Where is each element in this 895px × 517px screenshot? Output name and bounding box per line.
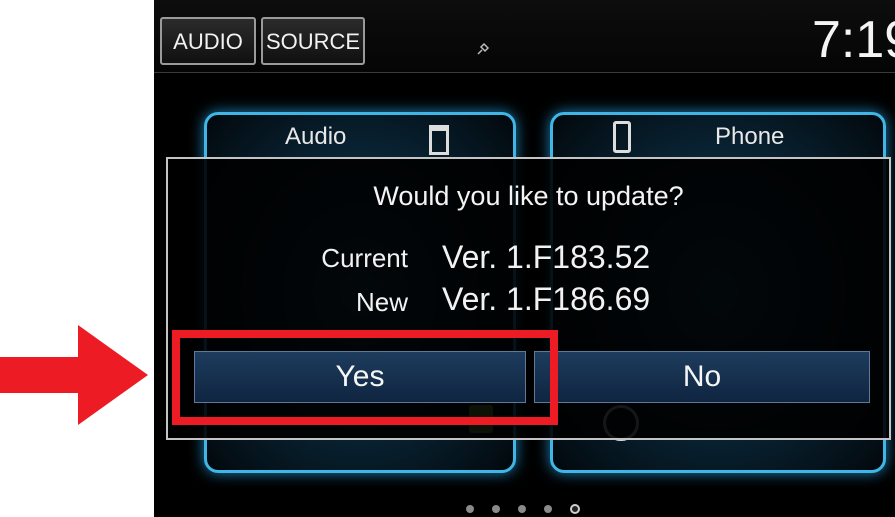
top-bar: AUDIO SOURCE 7:19	[154, 0, 895, 73]
page-dot[interactable]	[544, 505, 552, 513]
audio-button[interactable]: AUDIO	[160, 17, 256, 65]
clock: 7:19	[812, 11, 895, 69]
current-version-label: Current	[321, 243, 408, 273]
satellite-icon	[476, 42, 490, 56]
source-button[interactable]: SOURCE	[261, 17, 365, 65]
new-version-value: Ver. 1.F186.69	[442, 281, 651, 317]
tile-label: Phone	[715, 123, 785, 150]
page-dot[interactable]	[518, 505, 526, 513]
right-arrow-icon	[0, 325, 148, 425]
page-dot[interactable]	[492, 505, 500, 513]
current-version-value: Ver. 1.F183.52	[442, 239, 651, 275]
media-device-icon	[429, 125, 449, 155]
new-version-label: New	[355, 287, 408, 317]
page-dot[interactable]	[466, 505, 474, 513]
phone-icon	[613, 121, 631, 153]
highlight-box	[172, 330, 558, 425]
page-indicator	[466, 502, 580, 516]
page-dot-active[interactable]	[570, 504, 580, 514]
dialog-title: Would you like to update?	[373, 181, 684, 211]
tile-label: Audio	[285, 123, 347, 150]
no-button[interactable]: No	[534, 351, 870, 403]
